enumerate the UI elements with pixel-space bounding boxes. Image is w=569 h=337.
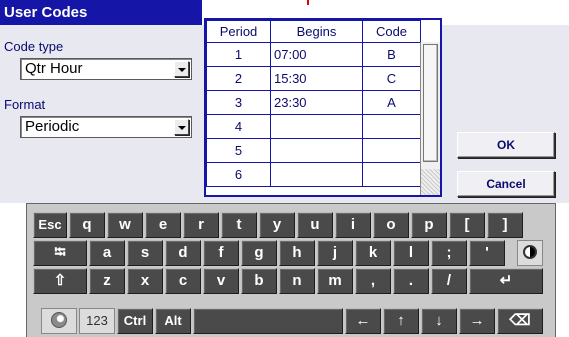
begins-cell[interactable]: [270, 114, 363, 139]
key-arrow-down[interactable]: ↓: [421, 308, 457, 334]
globe-icon: [51, 311, 67, 328]
key-language[interactable]: [41, 308, 77, 334]
key-period[interactable]: .: [393, 268, 429, 294]
key-t[interactable]: t: [221, 212, 257, 238]
table-scrollbar[interactable]: [420, 42, 440, 195]
key-l[interactable]: l: [393, 240, 429, 266]
period-cell: 2: [206, 66, 271, 91]
key-contrast[interactable]: [517, 240, 543, 266]
table-row[interactable]: 4: [206, 114, 421, 139]
ok-button[interactable]: OK: [457, 132, 555, 158]
key-close-bracket[interactable]: ]: [487, 212, 523, 238]
chevron-down-icon[interactable]: [174, 119, 189, 135]
key-comma[interactable]: ,: [355, 268, 391, 294]
format-select[interactable]: Periodic: [20, 116, 192, 138]
key-e[interactable]: e: [145, 212, 181, 238]
key-arrow-up[interactable]: ↑: [383, 308, 419, 334]
on-screen-keyboard: Esc q w e r t y u i o p [ ] ⭾ a s d f g …: [26, 203, 556, 337]
period-cell: 6: [206, 162, 271, 187]
key-u[interactable]: u: [297, 212, 333, 238]
key-shift[interactable]: ⇧: [33, 268, 87, 294]
key-h[interactable]: h: [279, 240, 315, 266]
key-d[interactable]: d: [165, 240, 201, 266]
code-type-value: Qtr Hour: [25, 60, 83, 77]
key-apostrophe[interactable]: ': [469, 240, 505, 266]
key-p[interactable]: p: [411, 212, 447, 238]
code-cell[interactable]: [362, 138, 421, 163]
key-j[interactable]: j: [317, 240, 353, 266]
begins-cell[interactable]: [270, 162, 363, 187]
key-m[interactable]: m: [317, 268, 353, 294]
key-123[interactable]: 123: [79, 308, 115, 334]
format-value: Periodic: [25, 118, 80, 135]
period-cell: 1: [206, 42, 271, 67]
table-row[interactable]: 2 15:30 C: [206, 66, 421, 91]
window-title: User Codes: [0, 0, 202, 25]
period-cell: 4: [206, 114, 271, 139]
period-cell: 3: [206, 90, 271, 115]
key-tab[interactable]: ⭾: [33, 240, 87, 266]
begins-cell[interactable]: [270, 138, 363, 163]
begins-cell[interactable]: 15:30: [270, 66, 363, 91]
key-alt[interactable]: Alt: [155, 308, 191, 334]
table-row[interactable]: 5: [206, 138, 421, 163]
key-space[interactable]: [193, 308, 343, 334]
begins-cell[interactable]: 23:30: [270, 90, 363, 115]
key-r[interactable]: r: [183, 212, 219, 238]
table-header-row: Period Begins Code: [206, 20, 421, 43]
period-cell: 5: [206, 138, 271, 163]
user-codes-table: Period Begins Code 1 07:00 B 2 15:30 C 3: [204, 18, 442, 197]
key-backspace[interactable]: ⌫: [497, 308, 543, 334]
table-row[interactable]: 3 23:30 A: [206, 90, 421, 115]
begins-cell[interactable]: 07:00: [270, 42, 363, 67]
key-c[interactable]: c: [165, 268, 201, 294]
key-s[interactable]: s: [127, 240, 163, 266]
chevron-down-icon[interactable]: [174, 61, 189, 77]
key-semicolon[interactable]: ;: [431, 240, 467, 266]
code-type-label: Code type: [4, 39, 64, 54]
header-begins: Begins: [270, 20, 363, 43]
contrast-icon: [523, 244, 537, 259]
key-i[interactable]: i: [335, 212, 371, 238]
key-b[interactable]: b: [241, 268, 277, 294]
scrollbar-thumb[interactable]: [423, 44, 438, 162]
key-w[interactable]: w: [107, 212, 143, 238]
key-n[interactable]: n: [279, 268, 315, 294]
key-arrow-right[interactable]: →: [459, 308, 495, 334]
key-q[interactable]: q: [69, 212, 105, 238]
cancel-button[interactable]: Cancel: [457, 171, 555, 197]
key-esc[interactable]: Esc: [33, 212, 67, 238]
format-label: Format: [4, 97, 46, 112]
code-type-select[interactable]: Qtr Hour: [20, 58, 192, 80]
table-row[interactable]: 1 07:00 B: [206, 42, 421, 67]
key-y[interactable]: y: [259, 212, 295, 238]
key-g[interactable]: g: [241, 240, 277, 266]
cursor-mark: [307, 0, 309, 5]
code-cell[interactable]: C: [362, 66, 421, 91]
header-code: Code: [362, 20, 421, 43]
code-cell[interactable]: [362, 162, 421, 187]
key-k[interactable]: k: [355, 240, 391, 266]
key-arrow-left[interactable]: ←: [345, 308, 381, 334]
key-enter[interactable]: ↵: [469, 268, 543, 294]
scrollbar-track-hatch: [421, 169, 440, 195]
code-cell[interactable]: [362, 114, 421, 139]
settings-panel: Code type Qtr Hour Format Periodic Perio…: [0, 18, 569, 203]
key-a[interactable]: a: [89, 240, 125, 266]
key-ctrl[interactable]: Ctrl: [117, 308, 153, 334]
key-x[interactable]: x: [127, 268, 163, 294]
code-cell[interactable]: A: [362, 90, 421, 115]
table-row[interactable]: 6: [206, 162, 421, 187]
key-z[interactable]: z: [89, 268, 125, 294]
key-slash[interactable]: /: [431, 268, 467, 294]
key-v[interactable]: v: [203, 268, 239, 294]
header-period: Period: [206, 20, 271, 43]
code-cell[interactable]: B: [362, 42, 421, 67]
key-f[interactable]: f: [203, 240, 239, 266]
key-o[interactable]: o: [373, 212, 409, 238]
key-open-bracket[interactable]: [: [449, 212, 485, 238]
codes-grid: Period Begins Code 1 07:00 B 2 15:30 C 3: [206, 20, 421, 187]
